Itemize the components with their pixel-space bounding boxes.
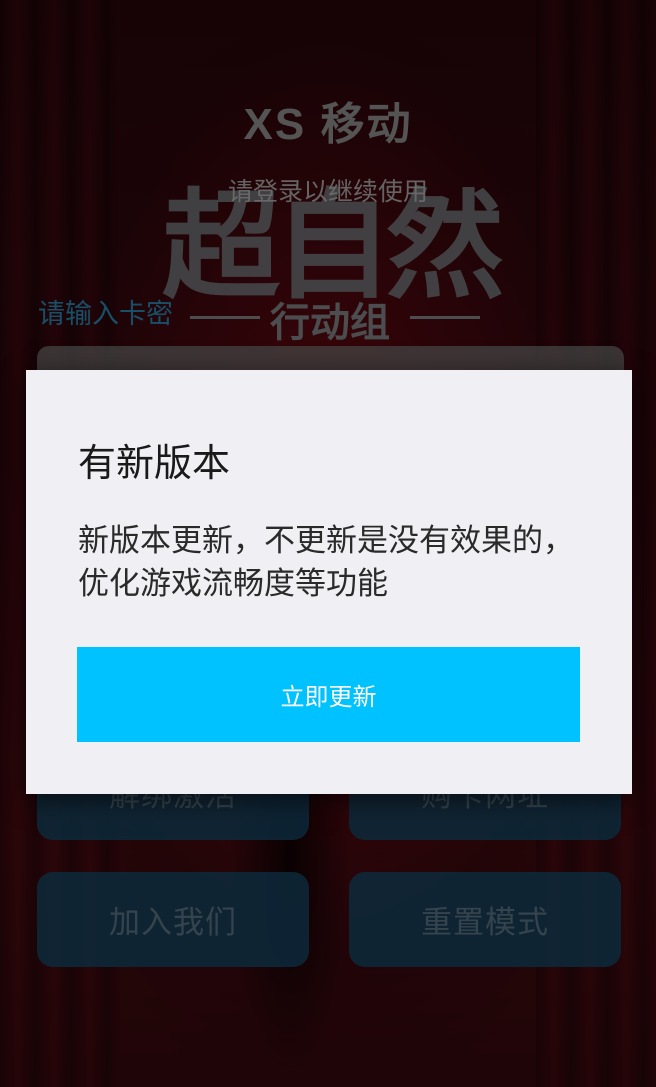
- update-dialog: 有新版本 新版本更新，不更新是没有效果的，优化游戏流畅度等功能 立即更新: [26, 370, 632, 794]
- update-now-button[interactable]: 立即更新: [77, 647, 580, 742]
- dialog-message: 新版本更新，不更新是没有效果的，优化游戏流畅度等功能: [78, 523, 574, 602]
- dialog-title: 有新版本: [78, 441, 231, 485]
